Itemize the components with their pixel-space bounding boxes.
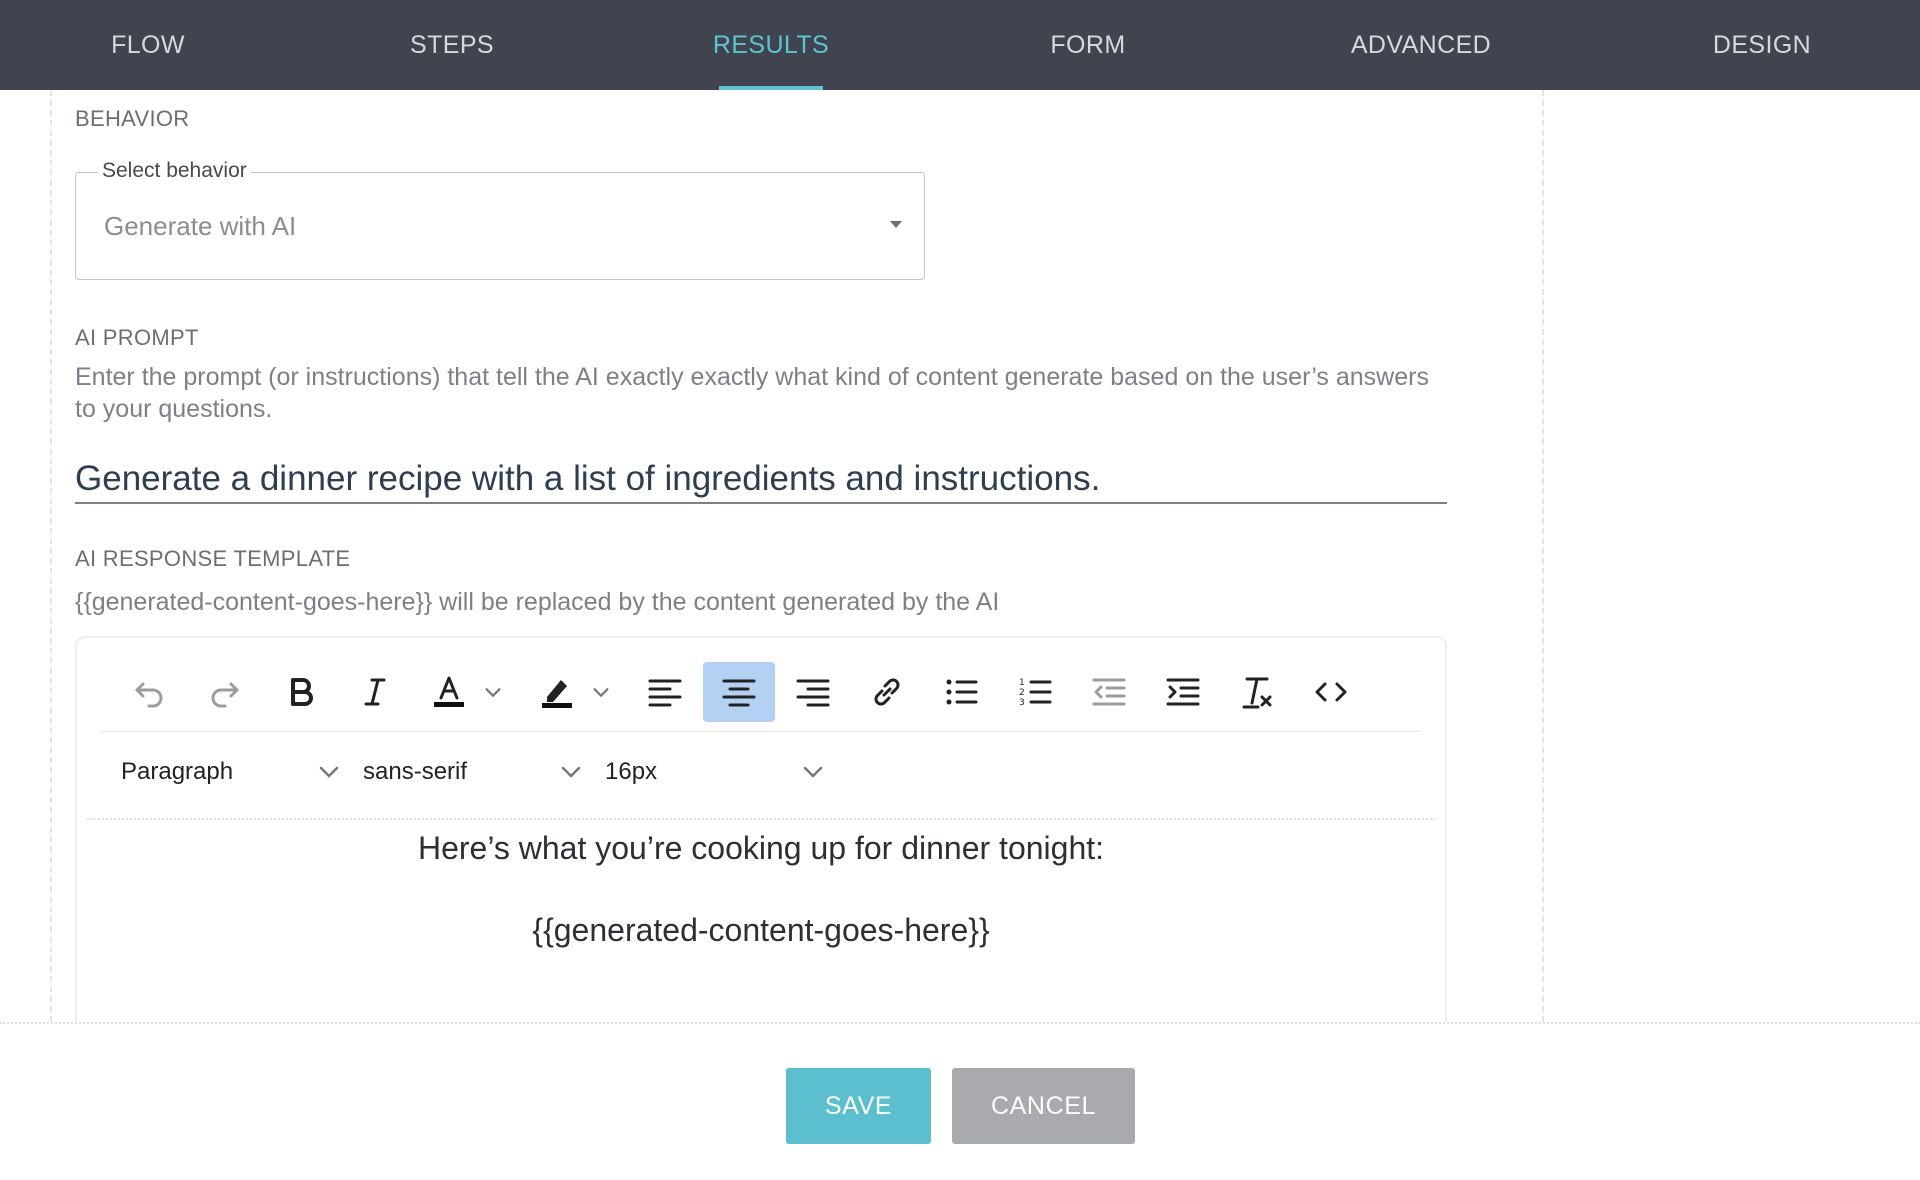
editor-toolbar: 123 Paragraph sans-serif 16px bbox=[77, 638, 1445, 818]
tab-design[interactable]: DESIGN bbox=[1700, 0, 1824, 90]
redo-icon[interactable] bbox=[189, 662, 261, 722]
behavior-select[interactable]: Select behavior Generate with AI bbox=[75, 159, 925, 280]
top-navigation: FLOW STEPS RESULTS FORM ADVANCED DESIGN bbox=[0, 0, 1920, 90]
svg-text:2: 2 bbox=[1019, 688, 1025, 698]
bullet-list-icon[interactable] bbox=[925, 662, 997, 722]
numbered-list-icon[interactable]: 123 bbox=[999, 662, 1071, 722]
chevron-down-icon bbox=[803, 766, 823, 778]
svg-text:3: 3 bbox=[1019, 698, 1025, 708]
rich-text-editor: 123 Paragraph sans-serif 16px Here’s wha… bbox=[75, 636, 1447, 1036]
clear-format-icon[interactable] bbox=[1221, 662, 1293, 722]
behavior-select-label: Select behavior bbox=[98, 159, 251, 183]
link-icon[interactable] bbox=[851, 662, 923, 722]
results-panel: BEHAVIOR Select behavior Generate with A… bbox=[50, 90, 1544, 1036]
tab-steps[interactable]: STEPS bbox=[400, 0, 504, 90]
editor-text-line: Here’s what you’re cooking up for dinner… bbox=[417, 830, 1105, 866]
block-format-value: Paragraph bbox=[121, 758, 234, 785]
font-family-select[interactable]: sans-serif bbox=[363, 738, 583, 806]
behavior-select-value: Generate with AI bbox=[104, 211, 297, 241]
outdent-icon[interactable] bbox=[1073, 662, 1145, 722]
font-family-value: sans-serif bbox=[363, 758, 468, 785]
chevron-down-icon bbox=[561, 766, 581, 778]
align-right-icon[interactable] bbox=[777, 662, 849, 722]
editor-placeholder-token: {{generated-content-goes-here}} bbox=[532, 912, 990, 948]
text-color-icon[interactable] bbox=[413, 662, 485, 722]
italic-icon[interactable] bbox=[339, 662, 411, 722]
tab-results[interactable]: RESULTS bbox=[713, 0, 829, 90]
indent-icon[interactable] bbox=[1147, 662, 1219, 722]
save-button[interactable]: SAVE bbox=[786, 1068, 931, 1144]
font-size-select[interactable]: 16px bbox=[605, 738, 825, 806]
bold-icon[interactable] bbox=[265, 662, 337, 722]
ai-prompt-input[interactable] bbox=[75, 456, 1447, 504]
align-center-icon[interactable] bbox=[703, 662, 775, 722]
text-color-caret-icon[interactable] bbox=[479, 662, 507, 722]
highlight-icon[interactable] bbox=[521, 662, 593, 722]
tab-flow[interactable]: FLOW bbox=[96, 0, 200, 90]
ai-response-template-section-label: AI RESPONSE TEMPLATE bbox=[75, 546, 351, 571]
tab-advanced[interactable]: ADVANCED bbox=[1346, 0, 1496, 90]
editor-content[interactable]: Here’s what you’re cooking up for dinner… bbox=[77, 828, 1445, 950]
tab-form[interactable]: FORM bbox=[1036, 0, 1140, 90]
toolbar-divider bbox=[101, 731, 1421, 732]
svg-text:1: 1 bbox=[1019, 678, 1025, 688]
font-size-value: 16px bbox=[605, 758, 658, 785]
caret-down-icon bbox=[890, 221, 902, 228]
chevron-down-icon bbox=[319, 766, 339, 778]
toolbar-separator bbox=[87, 818, 1435, 822]
ai-prompt-section-label: AI PROMPT bbox=[75, 325, 199, 350]
ai-prompt-help-text: Enter the prompt (or instructions) that … bbox=[75, 363, 1429, 423]
block-format-select[interactable]: Paragraph bbox=[121, 738, 341, 806]
ai-response-template-help-text: {{generated-content-goes-here}} will be … bbox=[75, 588, 1000, 616]
highlight-caret-icon[interactable] bbox=[587, 662, 615, 722]
code-icon[interactable] bbox=[1295, 662, 1367, 722]
cancel-button[interactable]: CANCEL bbox=[952, 1068, 1135, 1144]
behavior-section-label: BEHAVIOR bbox=[75, 106, 190, 131]
action-footer: SAVE CANCEL bbox=[0, 1022, 1920, 1180]
align-left-icon[interactable] bbox=[629, 662, 701, 722]
undo-icon[interactable] bbox=[113, 662, 185, 722]
